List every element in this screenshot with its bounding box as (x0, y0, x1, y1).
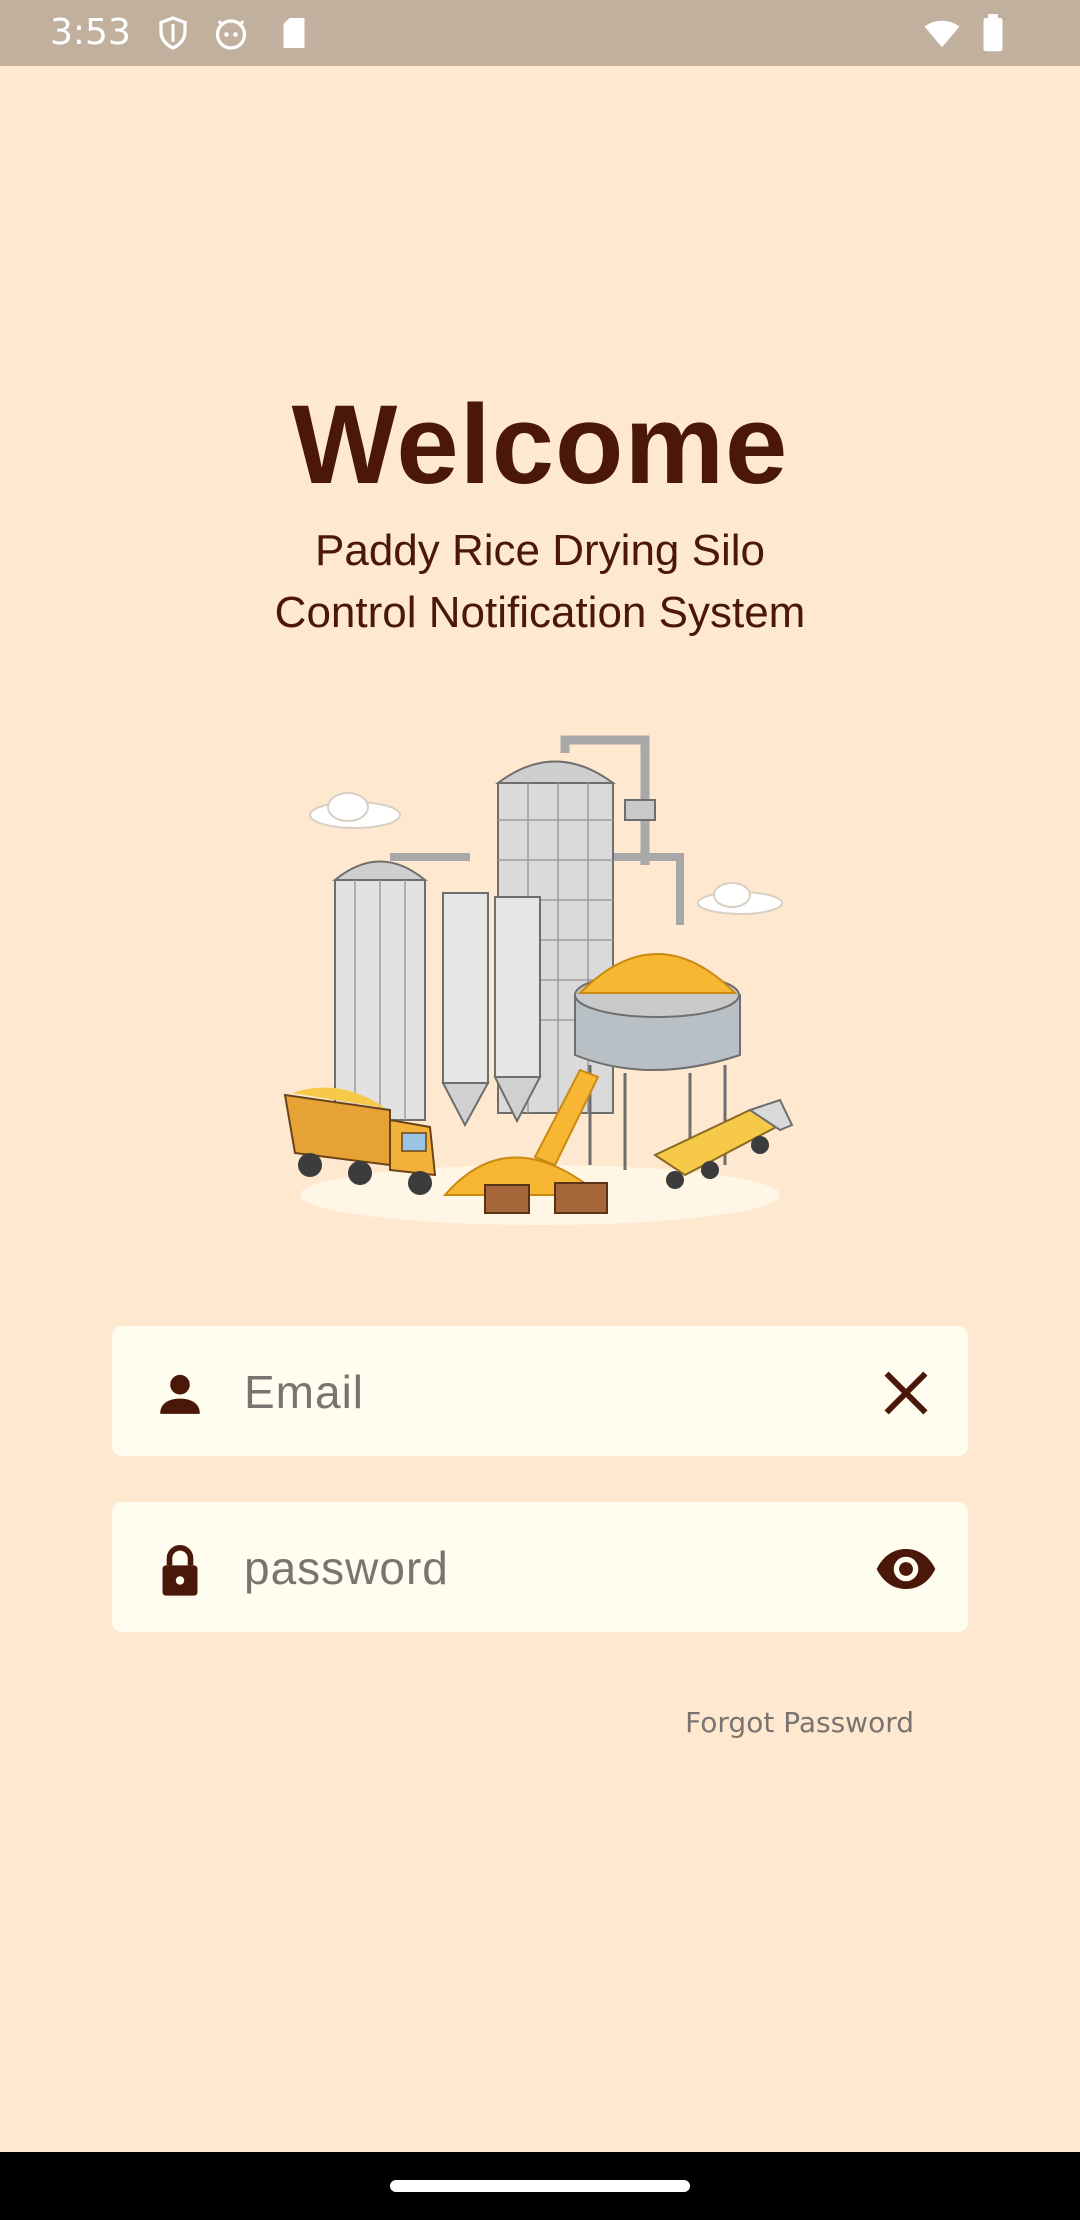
subtitle-line-1: Paddy Rice Drying Silo (315, 526, 765, 575)
welcome-title: Welcome (291, 382, 789, 507)
password-input[interactable] (242, 1532, 806, 1604)
forgot-password-link[interactable]: Forgot Password (685, 1706, 914, 1739)
person-icon (160, 1374, 200, 1414)
home-gesture-handle[interactable] (390, 2180, 690, 2192)
rice-silo-illustration (283, 735, 794, 1225)
status-time: 3:53 (50, 12, 131, 53)
wifi-icon (924, 20, 960, 48)
shield-icon (159, 16, 187, 50)
cloud-icon (697, 882, 783, 915)
navigation-bar (0, 2152, 1080, 2220)
sd-card-icon (283, 18, 305, 48)
battery-icon (983, 14, 1003, 52)
status-bar: 3:53 (0, 0, 1080, 66)
cloud-icon (309, 792, 401, 829)
android-robot-icon (215, 19, 247, 50)
lock-icon (162, 1545, 198, 1596)
email-field[interactable] (112, 1326, 968, 1456)
clear-icon[interactable] (874, 1361, 938, 1425)
subtitle-line-2: Control Notification System (274, 588, 806, 637)
eye-icon[interactable] (874, 1537, 938, 1601)
password-field[interactable] (112, 1502, 968, 1632)
email-input[interactable] (242, 1356, 806, 1428)
